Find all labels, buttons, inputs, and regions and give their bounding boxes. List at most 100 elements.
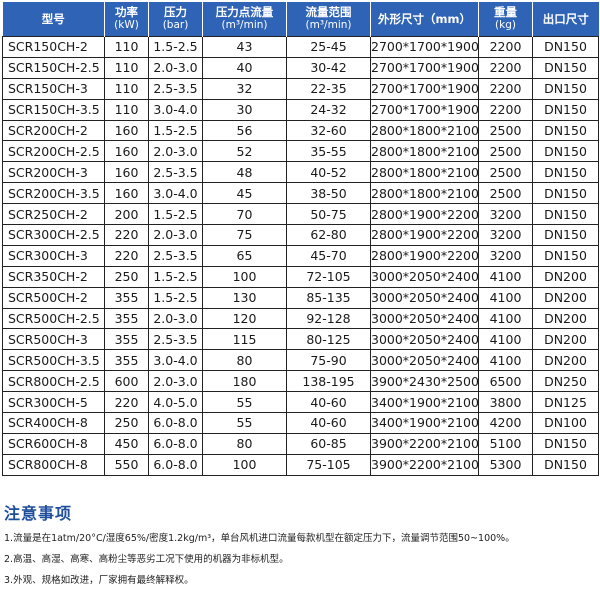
header-dimensions: 外形尺寸（mm）: [370, 2, 479, 37]
cell-rated-flow: 55: [202, 391, 287, 414]
header-rated-flow: 压力点流量 (m³/min): [202, 2, 287, 37]
cell-model: SCR150CH-2: [2, 36, 105, 58]
cell-weight: 4100: [478, 286, 533, 309]
cell-flow-range: 40-60: [286, 391, 371, 414]
cell-pressure: 6.0-8.0: [148, 453, 203, 476]
header-model: 型号: [2, 2, 105, 37]
table-row: SCR200CH-3.5 160 3.0-4.0 45 38-50 2800*1800*2…: [2, 182, 599, 205]
cell-weight: 2500: [478, 182, 533, 205]
table-row: SCR500CH-3.5 355 3.0-4.0 80 75-90 3000*2050*2…: [2, 349, 599, 372]
cell-weight: 4100: [478, 307, 533, 330]
cell-outlet-size: DN150: [532, 244, 599, 267]
cell-dimensions: 3000*2050*2400: [370, 307, 479, 330]
cell-model: SCR500CH-3.5: [2, 349, 105, 372]
cell-model: SCR150CH-3: [2, 77, 105, 100]
note-item: 3.外观、规格如改进，厂家拥有最终解释权。: [4, 575, 194, 586]
note-item: 2.高温、高湿、高寒、高粉尘等恶劣工况下使用的机器为非标机型。: [4, 554, 289, 565]
cell-dimensions: 2700*1700*1900: [370, 36, 479, 58]
cell-flow-range: 30-42: [286, 56, 371, 79]
cell-pressure: 6.0-8.0: [148, 412, 203, 434]
table-row: SCR250CH-2 200 1.5-2.5 70 50-75 2800*1900*220…: [2, 203, 599, 226]
header-outlet-size: 出口尺寸: [532, 2, 599, 37]
cell-rated-flow: 115: [202, 328, 287, 351]
cell-power: 250: [104, 265, 149, 288]
cell-rated-flow: 56: [202, 119, 287, 142]
cell-pressure: 2.5-3.5: [148, 244, 203, 267]
cell-power: 160: [104, 140, 149, 163]
cell-weight: 2200: [478, 36, 533, 58]
cell-outlet-size: DN150: [532, 432, 599, 455]
cell-power: 355: [104, 328, 149, 351]
table-row: SCR150CH-2 110 1.5-2.5 43 25-45 2700*1700*190…: [2, 36, 599, 58]
cell-weight: 2200: [478, 98, 533, 121]
cell-power: 220: [104, 391, 149, 414]
cell-dimensions: 3900*2430*2500: [370, 370, 479, 393]
cell-flow-range: 45-70: [286, 244, 371, 267]
cell-weight: 6500: [478, 370, 533, 393]
cell-rated-flow: 130: [202, 286, 287, 309]
cell-weight: 4100: [478, 349, 533, 372]
cell-rated-flow: 43: [202, 36, 287, 58]
cell-dimensions: 2700*1700*1900: [370, 98, 479, 121]
cell-model: SCR250CH-2: [2, 203, 105, 226]
table-row: SCR200CH-2 160 1.5-2.5 56 32-60 2800*1800*210…: [2, 119, 599, 142]
cell-outlet-size: DN200: [532, 307, 599, 330]
table-row: SCR400CH-8 250 6.0-8.0 55 40-60 3400*1900*210…: [2, 412, 599, 434]
cell-model: SCR150CH-2.5: [2, 56, 105, 79]
cell-rated-flow: 48: [202, 161, 287, 184]
cell-outlet-size: DN200: [532, 265, 599, 288]
cell-outlet-size: DN150: [532, 119, 599, 142]
cell-rated-flow: 180: [202, 370, 287, 393]
cell-pressure: 6.0-8.0: [148, 432, 203, 455]
cell-dimensions: 3000*2050*2400: [370, 349, 479, 372]
cell-pressure: 1.5-2.5: [148, 119, 203, 142]
table-row: SCR350CH-2 250 1.5-2.5 100 72-105 3000*2050*2…: [2, 265, 599, 288]
table-row: SCR300CH-5 220 4.0-5.0 55 40-60 3400*1900*210…: [2, 391, 599, 414]
cell-model: SCR300CH-2.5: [2, 224, 105, 246]
cell-outlet-size: DN150: [532, 182, 599, 205]
cell-rated-flow: 55: [202, 412, 287, 434]
cell-model: SCR200CH-3.5: [2, 182, 105, 205]
cell-power: 355: [104, 286, 149, 309]
cell-rated-flow: 30: [202, 98, 287, 121]
cell-outlet-size: DN250: [532, 370, 599, 393]
header-power: 功率 (kW): [104, 2, 149, 37]
table-body: SCR150CH-2 110 1.5-2.5 43 25-45 2700*1700*190…: [2, 36, 599, 476]
cell-model: SCR200CH-3: [2, 161, 105, 184]
table-row: SCR500CH-3 355 2.5-3.5 115 80-125 3000*2050*2…: [2, 328, 599, 351]
cell-rated-flow: 100: [202, 265, 287, 288]
cell-weight: 5300: [478, 453, 533, 476]
cell-power: 110: [104, 56, 149, 79]
table-header-row: 型号 功率 (kW) 压力 (bar) 压力点流量 (m³/min) 流量范围 (m³/…: [2, 2, 599, 37]
cell-pressure: 3.0-4.0: [148, 349, 203, 372]
cell-weight: 2500: [478, 161, 533, 184]
cell-rated-flow: 75: [202, 224, 287, 246]
cell-flow-range: 40-60: [286, 412, 371, 434]
cell-weight: 4200: [478, 412, 533, 434]
cell-weight: 3200: [478, 224, 533, 246]
cell-flow-range: 75-105: [286, 453, 371, 476]
cell-outlet-size: DN150: [532, 203, 599, 226]
cell-weight: 2500: [478, 119, 533, 142]
cell-pressure: 2.0-3.0: [148, 56, 203, 79]
table-row: SCR800CH-8 550 6.0-8.0 100 75-105 3900*2200*2…: [2, 453, 599, 476]
cell-pressure: 1.5-2.5: [148, 265, 203, 288]
cell-flow-range: 72-105: [286, 265, 371, 288]
cell-weight: 2200: [478, 77, 533, 100]
cell-flow-range: 138-195: [286, 370, 371, 393]
cell-model: SCR500CH-2: [2, 286, 105, 309]
header-flow-range: 流量范围 (m³/min): [286, 2, 371, 37]
cell-power: 160: [104, 182, 149, 205]
cell-flow-range: 22-35: [286, 77, 371, 100]
cell-pressure: 2.5-3.5: [148, 77, 203, 100]
cell-dimensions: 2800*1900*2200: [370, 244, 479, 267]
cell-model: SCR400CH-8: [2, 412, 105, 434]
cell-model: SCR800CH-8: [2, 453, 105, 476]
cell-rated-flow: 70: [202, 203, 287, 226]
cell-flow-range: 92-128: [286, 307, 371, 330]
cell-dimensions: 2700*1700*1900: [370, 77, 479, 100]
cell-power: 250: [104, 412, 149, 434]
cell-pressure: 2.5-3.5: [148, 328, 203, 351]
cell-power: 550: [104, 453, 149, 476]
cell-flow-range: 62-80: [286, 224, 371, 246]
